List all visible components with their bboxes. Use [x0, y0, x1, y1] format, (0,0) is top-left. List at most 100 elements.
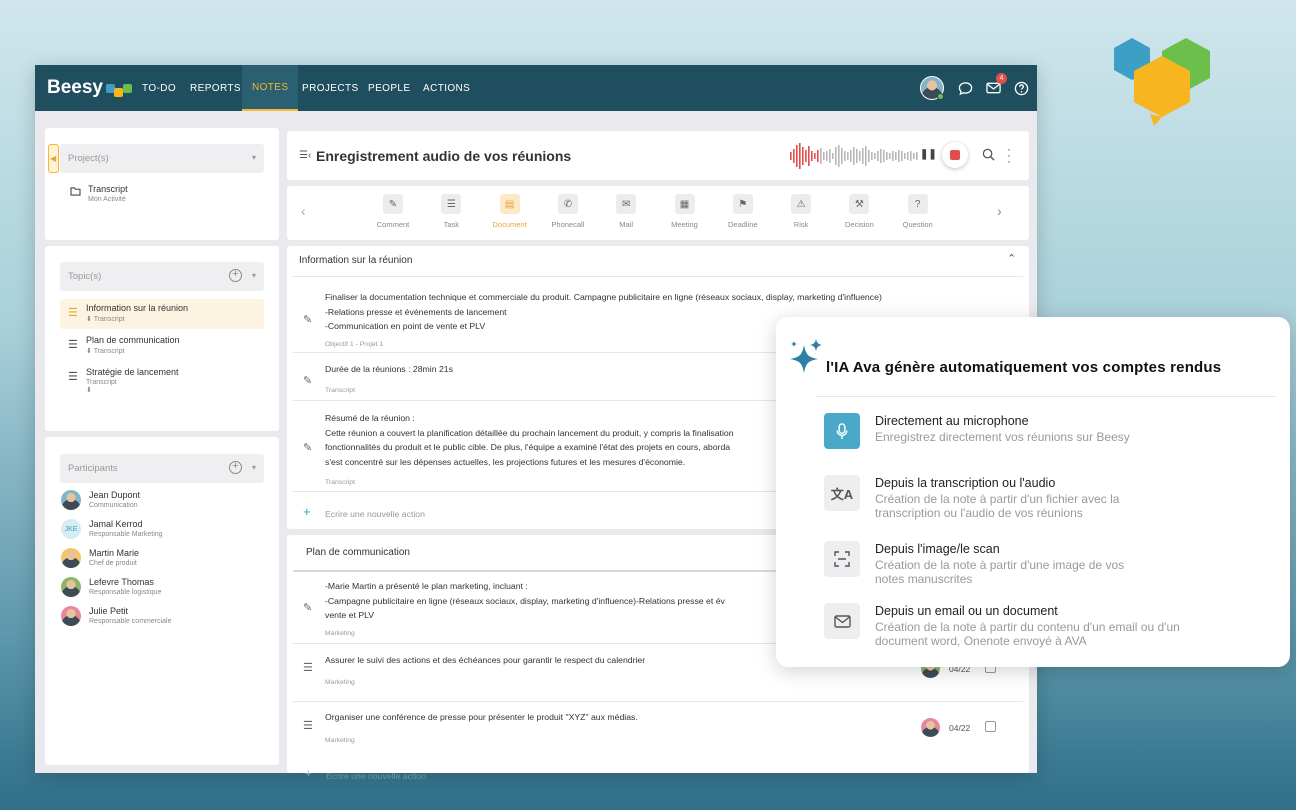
participant-item[interactable]: Jean Dupont Communication — [61, 490, 140, 520]
note-meta: Objectif 1 - Projet 1 — [325, 341, 384, 348]
mail-icon — [824, 603, 860, 639]
toolbar-label: Decision — [845, 220, 874, 229]
waveform-bar — [880, 149, 882, 163]
add-action-icon[interactable]: + — [305, 768, 311, 780]
mail-notification-icon[interactable]: 4 — [983, 73, 1007, 98]
chevron-right-icon[interactable]: › — [997, 203, 1002, 219]
topic-item-information[interactable]: ☰ Information sur la réunion ⬇ Transcript — [60, 299, 264, 329]
waveform-bar — [808, 146, 810, 166]
avatar — [61, 490, 81, 510]
waveform-bar — [832, 153, 834, 159]
project-select[interactable]: Project(s) ▾ — [60, 144, 264, 173]
more-options-icon[interactable]: · · · — [1007, 143, 1011, 167]
participant-name: Jamal Kerrod — [89, 519, 143, 529]
participant-item[interactable]: Lefevre Thomas Responsable logistique — [61, 577, 161, 607]
waveform-bar — [820, 148, 822, 164]
toolbar-document-button[interactable]: ▤ Document — [485, 194, 535, 229]
collapse-panel-button[interactable]: ◀ — [48, 144, 59, 173]
waveform-bar — [865, 146, 867, 166]
waveform-bar — [910, 151, 912, 161]
waveform-bar — [892, 151, 894, 161]
ava-feature-panel: l'IA Ava génère automatiquement vos comp… — [776, 317, 1290, 667]
waveform-bar — [814, 153, 816, 159]
waveform-bar — [841, 148, 843, 164]
task-item[interactable]: ☰ Organiser une conférence de presse pou… — [287, 701, 1021, 759]
feature-microphone[interactable]: Directement au microphone Enregistrez di… — [824, 413, 1264, 463]
sparkle-icon — [790, 339, 822, 373]
participant-item[interactable]: JKE Jamal Kerrod Responsable Marketing — [61, 519, 163, 549]
toolbar-deadline-button[interactable]: ⚑ Deadline — [718, 194, 768, 229]
participant-item[interactable]: Martin Marie Chef de produit — [61, 548, 139, 578]
toolbar-phonecall-button[interactable]: ✆ Phonecall — [543, 194, 593, 229]
waveform-bar — [874, 153, 876, 159]
page-title: Enregistrement audio de vos réunions — [316, 148, 572, 164]
topic-item-strategie[interactable]: ☰ Stratégie de lancement Transcript ⬇ — [68, 367, 179, 397]
toolbar-comment-button[interactable]: ✎ Comment — [368, 194, 418, 229]
topic-select[interactable]: Topic(s) + ▾ — [60, 262, 264, 291]
waveform-bar — [802, 147, 804, 165]
nav-actions[interactable]: ACTIONS — [413, 65, 480, 111]
project-subtitle: Mon Activité — [88, 196, 126, 203]
new-action-input[interactable]: Ecrire une nouvelle action — [325, 509, 425, 519]
note-meta: Marketing — [325, 679, 355, 686]
brand-logo[interactable]: Beesy — [47, 77, 132, 99]
nav-notes[interactable]: NOTES — [242, 65, 299, 111]
nav-people[interactable]: PEOPLE — [358, 65, 420, 111]
waveform-bar — [826, 151, 828, 161]
waveform-bar — [895, 152, 897, 160]
chevron-up-icon[interactable]: ⌃ — [1007, 252, 1016, 265]
feature-scan[interactable]: Depuis l'image/le scan Création de la no… — [824, 541, 1264, 591]
nav-todo[interactable]: TO-DO — [132, 65, 186, 111]
user-avatar[interactable] — [920, 76, 944, 100]
list-icon: ☰ — [68, 339, 78, 351]
toolbar-mail-button[interactable]: ✉ Mail — [601, 194, 651, 229]
participants-select[interactable]: Participants + ▾ — [60, 454, 264, 483]
pause-icon[interactable]: ❚❚ — [920, 149, 937, 160]
toolbar-decision-button[interactable]: ⚒ Decision — [834, 194, 884, 229]
chat-icon[interactable] — [955, 78, 975, 98]
mail-icon: ✉ — [616, 194, 637, 214]
participant-item[interactable]: Julie Petit Responsable commerciale — [61, 606, 171, 636]
avatar — [61, 548, 81, 568]
waveform-bar — [793, 149, 795, 163]
translate-icon: 文A — [824, 475, 860, 511]
toolbar-meeting-button[interactable]: ▦ Meeting — [660, 194, 710, 229]
add-action-icon[interactable]: + — [303, 504, 311, 519]
add-topic-icon[interactable]: + — [229, 269, 242, 282]
waveform-bar — [829, 149, 831, 163]
waveform-bar — [799, 143, 801, 169]
collapse-menu-icon[interactable]: ☰‹ — [299, 150, 311, 161]
participant-role: Communication — [89, 502, 138, 509]
waveform-bar — [898, 150, 900, 162]
waveform-bar — [862, 148, 864, 164]
note-meta: Transcript — [325, 479, 355, 486]
participant-name: Jean Dupont — [89, 490, 141, 500]
feature-transcription[interactable]: 文A Depuis la transcription ou l'audio Cr… — [824, 475, 1264, 525]
topic-title: Information sur la réunion — [86, 303, 189, 313]
note-meta: Marketing — [325, 630, 355, 637]
pencil-icon: ✎ — [303, 602, 313, 614]
chevron-left-icon[interactable]: ‹ — [301, 203, 306, 219]
toolbar-question-button[interactable]: ? Question — [893, 194, 943, 229]
document-icon: ▤ — [499, 194, 520, 214]
topic-item-plan[interactable]: ☰ Plan de communication ⬇ Transcript — [68, 335, 180, 365]
new-action-input[interactable]: Ecrire une nouvelle action — [326, 771, 426, 781]
feature-email[interactable]: Depuis un email ou un document Création … — [824, 603, 1264, 653]
stop-recording-button[interactable] — [942, 142, 968, 168]
waveform-bar — [835, 147, 837, 165]
waveform-bar — [871, 152, 873, 160]
search-icon[interactable] — [982, 148, 995, 166]
chevron-down-icon: ▾ — [251, 463, 256, 472]
waveform-bar — [904, 153, 906, 159]
nav-reports[interactable]: REPORTS — [180, 65, 251, 111]
project-item[interactable]: Transcript Mon Activité — [70, 184, 128, 214]
participant-role: Responsable commerciale — [89, 618, 172, 625]
waveform-bar — [901, 151, 903, 161]
help-icon[interactable] — [1011, 78, 1031, 98]
toolbar-risk-button[interactable]: ⚠ Risk — [776, 194, 826, 229]
waveform-bar — [850, 150, 852, 162]
toolbar-task-button[interactable]: ☰ Task — [426, 194, 476, 229]
add-participant-icon[interactable]: + — [229, 461, 242, 474]
scan-icon — [824, 541, 860, 577]
task-checkbox[interactable] — [985, 721, 996, 732]
